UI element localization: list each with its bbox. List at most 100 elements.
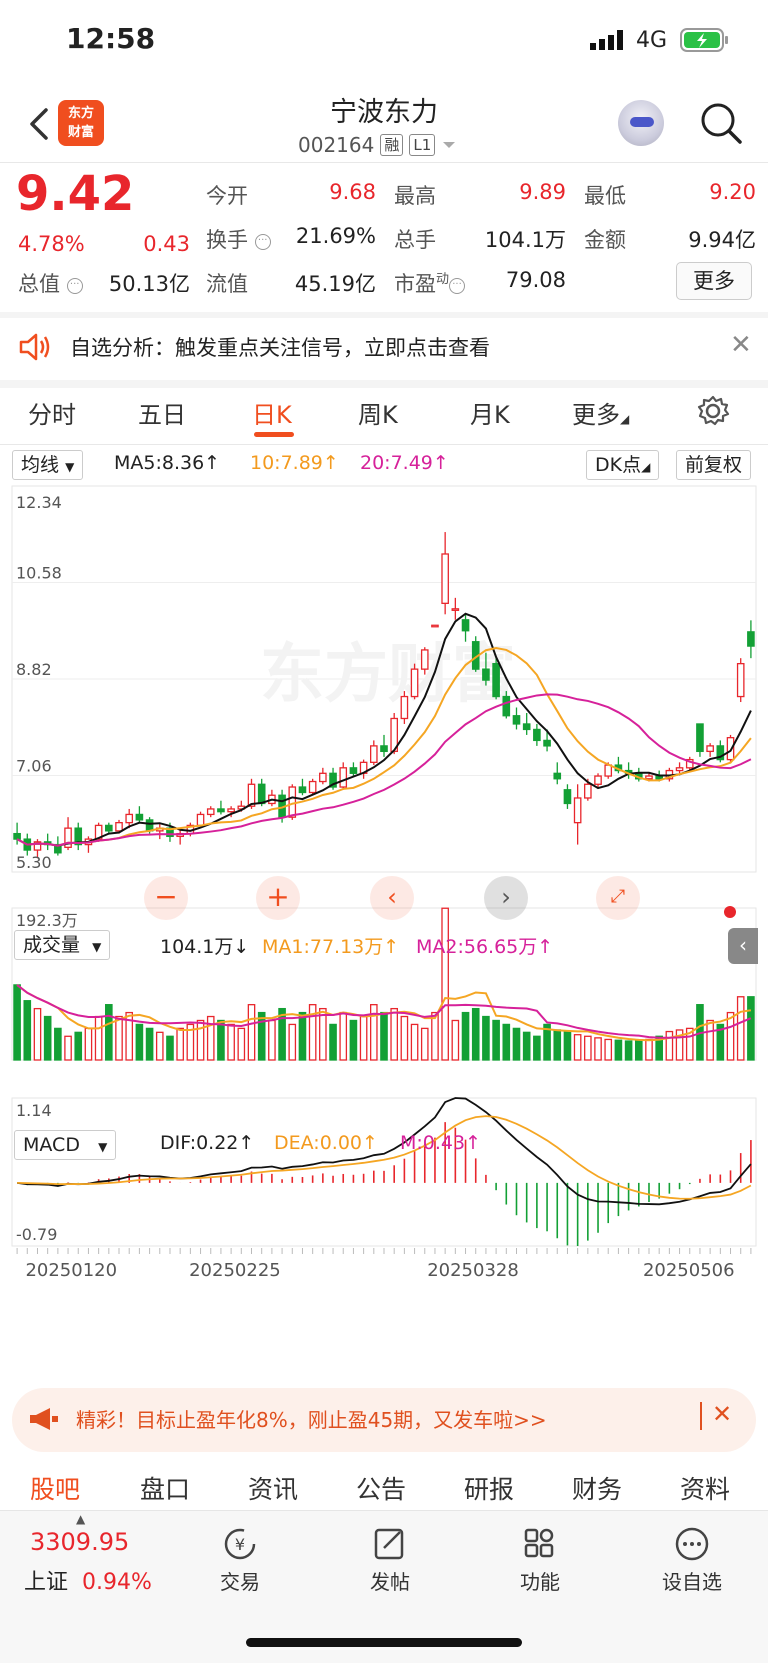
candle-body	[145, 819, 154, 832]
collapse-panel-button[interactable]: ‹	[728, 928, 758, 964]
candle-body	[675, 767, 684, 772]
settings-gear-icon[interactable]	[696, 394, 730, 432]
zoom-in-button[interactable]: +	[256, 876, 300, 920]
volume-bar	[380, 1011, 388, 1061]
tab-research[interactable]: 研报	[464, 1470, 514, 1506]
speaker-icon	[18, 332, 52, 366]
volume-bar	[84, 1027, 93, 1061]
nav-trade[interactable]: ¥ 交易	[180, 1526, 300, 1595]
candle-body	[125, 813, 134, 824]
candle-body	[706, 745, 714, 753]
margin-tag: 融	[380, 134, 404, 156]
volume-bar	[706, 1019, 714, 1061]
volume-bar	[33, 1007, 42, 1061]
index-value[interactable]: 3309.95	[30, 1528, 129, 1556]
candle-body	[227, 808, 235, 813]
volume-bar	[584, 1035, 592, 1061]
volume-bar	[247, 1004, 256, 1061]
tab-more[interactable]: 更多◢	[572, 395, 629, 430]
candle-body	[217, 808, 225, 813]
candle-body	[604, 764, 613, 777]
price-tick-label: 5.30	[16, 853, 52, 872]
volume-bar	[634, 1040, 643, 1061]
volume-bar	[176, 1027, 184, 1061]
candle-body	[369, 745, 378, 763]
volume-bar	[298, 1011, 307, 1061]
alert-text: 自选分析：触发重点关注信号，立即点击查看	[70, 336, 490, 360]
volume-bar	[115, 1015, 123, 1061]
tab-five-day[interactable]: 五日	[138, 395, 186, 430]
tab-pankou[interactable]: 盘口	[140, 1470, 190, 1506]
date-label: 20250328	[427, 1260, 519, 1281]
dif-label: DIF:0.22↑	[160, 1132, 255, 1154]
candle-body	[441, 553, 449, 604]
volume-bar	[665, 1030, 674, 1061]
nav-post[interactable]: 发帖	[330, 1526, 450, 1595]
megaphone-icon	[28, 1406, 60, 1436]
volume-bar	[217, 1019, 225, 1061]
volume-bar	[512, 1027, 521, 1061]
tab-monthly-k[interactable]: 月K	[470, 395, 510, 430]
candle-body	[431, 624, 439, 628]
info-icon: ···	[254, 234, 271, 250]
price-tick-label: 7.06	[16, 757, 52, 776]
stock-code-row[interactable]: 002164 融 L1	[298, 130, 457, 160]
more-quote-button[interactable]: 更多	[676, 262, 752, 300]
level-tag: L1	[409, 134, 436, 156]
open-value: 9.68	[329, 180, 376, 204]
close-icon[interactable]: ✕	[730, 330, 752, 360]
volume-bar	[257, 1011, 266, 1061]
vol-ma1-label: MA1:77.13万↑	[262, 936, 400, 958]
change-percent: 4.78%	[18, 232, 85, 256]
volume-bar	[227, 1023, 235, 1061]
close-icon[interactable]: ✕	[712, 1400, 732, 1428]
tab-weekly-k[interactable]: 周K	[358, 395, 398, 430]
volume-bar	[43, 1015, 52, 1061]
candle-body	[696, 723, 704, 753]
volume-bar	[522, 1031, 531, 1061]
zoom-out-button[interactable]: −	[144, 876, 188, 920]
candle-body	[380, 745, 388, 753]
mktcap-value: 50.13亿	[108, 272, 190, 296]
change-amount: 0.43	[143, 232, 190, 256]
candle-body	[288, 786, 297, 818]
volume-bar	[441, 907, 449, 1061]
candle-body	[451, 608, 460, 611]
volume-bar	[471, 1007, 480, 1061]
tab-news[interactable]: 资讯	[248, 1470, 298, 1506]
nav-add-watchlist[interactable]: 设自选	[632, 1526, 752, 1595]
amount-label: 金额	[584, 228, 626, 252]
date-label: 20250120	[25, 1260, 117, 1281]
volume-selector[interactable]: 成交量 ▼	[14, 930, 111, 960]
tab-intraday[interactable]: 分时	[28, 395, 76, 430]
index-name-row[interactable]: 上证 0.94%	[24, 1564, 152, 1596]
dea-line	[17, 1115, 752, 1200]
volume-max-label: 192.3万	[16, 911, 78, 930]
prev-button[interactable]: ‹	[370, 876, 414, 920]
price-tick-label: 10.58	[16, 564, 62, 583]
volume-bar	[288, 1023, 297, 1061]
macd-selector[interactable]: MACD ▼	[14, 1130, 117, 1160]
tab-profile[interactable]: 资料	[680, 1470, 730, 1506]
volume-bar	[135, 1023, 144, 1061]
nav-functions[interactable]: 功能	[480, 1526, 600, 1595]
high-value: 9.89	[519, 180, 566, 204]
candle-body	[13, 832, 21, 840]
candle-body	[135, 813, 144, 821]
volume-bar	[94, 1015, 103, 1061]
m-label: M:0.43↑	[400, 1132, 482, 1154]
next-button[interactable]: ›	[484, 876, 528, 920]
tab-finance[interactable]: 财务	[572, 1470, 622, 1506]
volume-bar	[410, 1023, 419, 1061]
volume-bar	[54, 1027, 62, 1061]
tab-guba[interactable]: 股吧	[30, 1470, 80, 1506]
fullscreen-button[interactable]: ⤢	[596, 876, 640, 920]
tab-daily-k[interactable]: 日K	[252, 395, 292, 430]
tab-announcements[interactable]: 公告	[356, 1470, 406, 1506]
volume-bar	[390, 1007, 399, 1061]
last-price: 9.42	[16, 166, 135, 222]
search-icon[interactable]	[698, 100, 744, 146]
caret-down-icon	[443, 142, 456, 148]
candle-body	[400, 695, 409, 720]
volume-bar	[319, 1007, 327, 1061]
